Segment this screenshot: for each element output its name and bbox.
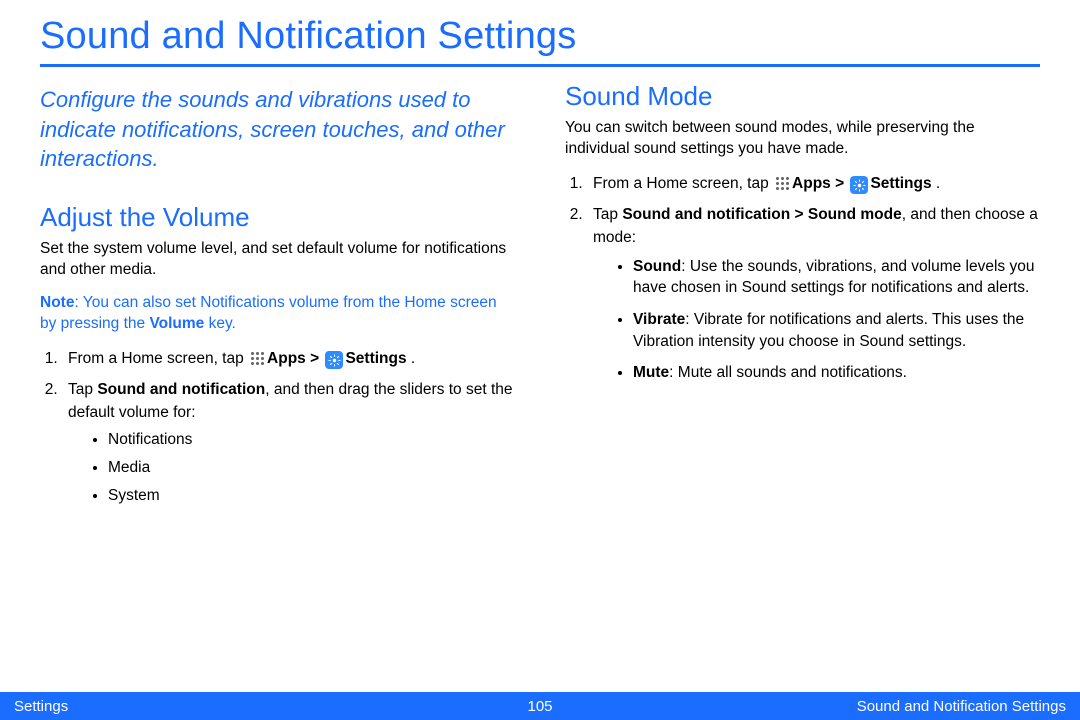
page-footer: Settings 105 Sound and Notification Sett…: [0, 692, 1080, 720]
left-column: Configure the sounds and vibrations used…: [40, 81, 515, 518]
sound-mode-steps: From a Home screen, tap Apps > Settings …: [565, 172, 1040, 384]
mode-text: : Use the sounds, vibrations, and volume…: [633, 258, 1034, 297]
volume-targets: Notifications Media System: [68, 427, 515, 510]
list-item: Media: [108, 455, 515, 481]
note-body: : You can also set Notifications volume …: [40, 294, 497, 332]
list-item: System: [108, 483, 515, 509]
step1-b: >: [831, 175, 849, 192]
sound-mode-desc: You can switch between sound modes, whil…: [565, 118, 1040, 160]
settings-icon: [325, 351, 343, 369]
settings-icon: [850, 176, 868, 194]
step1-apps: Apps: [267, 350, 306, 367]
mode-name: Mute: [633, 364, 669, 381]
step1-b: >: [306, 350, 324, 367]
note-bold: Volume: [149, 315, 204, 332]
step-2: Tap Sound and notification, and then dra…: [62, 378, 515, 510]
mode-text: : Mute all sounds and notifications.: [669, 364, 907, 381]
intro-text: Configure the sounds and vibrations used…: [40, 85, 515, 174]
list-item: Notifications: [108, 427, 515, 453]
step-1: From a Home screen, tap Apps > Settings …: [587, 172, 1040, 195]
note-tail: key.: [204, 315, 236, 332]
list-item: Mute: Mute all sounds and notifications.: [633, 362, 1040, 384]
step1-a: From a Home screen, tap: [68, 350, 248, 367]
adjust-volume-steps: From a Home screen, tap Apps > Settings …: [40, 347, 515, 510]
footer-left: Settings: [14, 698, 68, 715]
title-rule: [40, 64, 1040, 67]
step1-a: From a Home screen, tap: [593, 175, 773, 192]
mode-text: : Vibrate for notifications and alerts. …: [633, 311, 1024, 350]
step1-apps: Apps: [792, 175, 831, 192]
heading-sound-mode: Sound Mode: [565, 81, 1040, 112]
step1-c: .: [932, 175, 941, 192]
right-column: Sound Mode You can switch between sound …: [565, 81, 1040, 518]
step2-a: Tap: [593, 206, 622, 223]
step1-c: .: [407, 350, 416, 367]
note-text: Note: You can also set Notifications vol…: [40, 293, 515, 335]
list-item: Sound: Use the sounds, vibrations, and v…: [633, 256, 1040, 299]
step-2: Tap Sound and notification > Sound mode,…: [587, 203, 1040, 384]
adjust-volume-desc: Set the system volume level, and set def…: [40, 239, 515, 281]
step1-settings: Settings: [870, 175, 931, 192]
mode-list: Sound: Use the sounds, vibrations, and v…: [593, 256, 1040, 384]
step1-settings: Settings: [345, 350, 406, 367]
apps-icon: [250, 351, 265, 366]
mode-name: Sound: [633, 258, 681, 275]
step2-bold: Sound and notification > Sound mode: [622, 206, 901, 223]
heading-adjust-volume: Adjust the Volume: [40, 202, 515, 233]
footer-right: Sound and Notification Settings: [857, 698, 1066, 715]
note-lead: Note: [40, 294, 74, 311]
list-item: Vibrate: Vibrate for notifications and a…: [633, 309, 1040, 352]
apps-icon: [775, 176, 790, 191]
step-1: From a Home screen, tap Apps > Settings …: [62, 347, 515, 370]
page-title: Sound and Notification Settings: [40, 15, 1040, 58]
mode-name: Vibrate: [633, 311, 685, 328]
step2-bold: Sound and notification: [97, 381, 265, 398]
step2-a: Tap: [68, 381, 97, 398]
